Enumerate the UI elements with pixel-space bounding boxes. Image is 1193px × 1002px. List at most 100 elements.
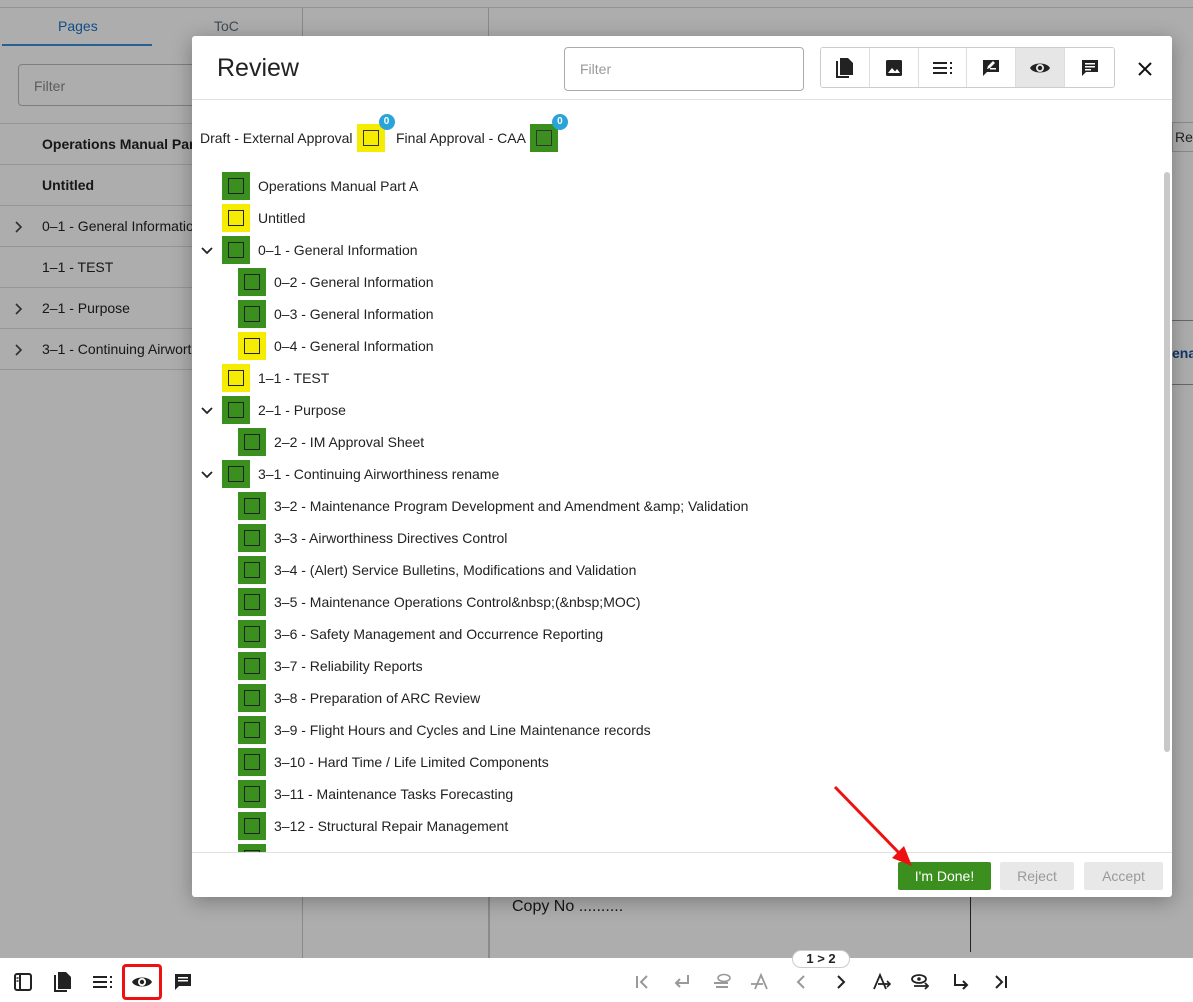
pages-icon[interactable] [48,967,78,997]
first-page-icon[interactable] [628,967,658,997]
accept-button[interactable]: Accept [1084,862,1163,890]
reject-button[interactable]: Reject [1000,862,1074,890]
status-checkbox[interactable] [238,652,266,680]
tree-item-label: 3–6 - Safety Management and Occurrence R… [274,626,604,642]
tree-item-label: 0–3 - General Information [274,306,434,322]
tree-item[interactable]: 0–1 - General Information [222,236,418,264]
tree-item[interactable]: Operations Manual Part A [222,172,418,200]
status-checkbox[interactable] [222,396,250,424]
tree-item-label: 1–1 - TEST [258,370,330,386]
tree-item-label: 2–1 - Purpose [258,402,346,418]
last-page-icon[interactable] [986,967,1016,997]
pages-view-button[interactable] [821,48,870,87]
prev-icon[interactable] [786,967,816,997]
status-checkbox[interactable] [238,716,266,744]
tree-item[interactable]: 3–9 - Flight Hours and Cycles and Line M… [238,716,651,744]
list-icon[interactable] [88,967,118,997]
next-icon[interactable] [826,967,856,997]
change-icon[interactable] [745,967,775,997]
status-checkbox[interactable] [238,300,266,328]
tree-item[interactable] [238,844,274,852]
status-checkbox[interactable] [238,588,266,616]
status-checkbox[interactable] [238,780,266,808]
comment-icon[interactable] [168,967,198,997]
status-swatch: 0 [529,114,568,152]
bottom-toolbar [0,958,1193,1002]
jump-icon[interactable] [946,967,976,997]
chevron-down-icon[interactable] [200,468,214,482]
next-change-icon[interactable] [866,967,896,997]
sidebar-icon[interactable] [8,967,38,997]
eye-icon[interactable] [122,964,162,1000]
tree-item-label: 3–12 - Structural Repair Management [274,818,509,834]
tree-item[interactable]: 3–7 - Reliability Reports [238,652,423,680]
tree-item[interactable]: 3–1 - Continuing Airworthiness rename [222,460,499,488]
compare-icon[interactable] [706,967,736,997]
count-badge: 0 [551,114,568,130]
tree-item[interactable]: 3–12 - Structural Repair Management [238,812,508,840]
tree-item[interactable]: 0–4 - General Information [238,332,434,360]
status-checkbox[interactable] [238,684,266,712]
status-checkbox[interactable] [238,332,266,360]
status-checkbox[interactable] [238,556,266,584]
image-view-button[interactable] [869,48,919,87]
tree-scrollbar[interactable] [1164,172,1170,752]
tree-item-label: 0–1 - General Information [258,242,418,258]
signature-icon [983,59,1000,76]
list-icon [932,61,952,74]
chevron-down-icon[interactable] [200,244,214,258]
tree-item[interactable]: 3–10 - Hard Time / Life Limited Componen… [238,748,549,776]
tree-item[interactable]: 3–4 - (Alert) Service Bulletins, Modific… [238,556,636,584]
tree-item[interactable]: 3–11 - Maintenance Tasks Forecasting [238,780,513,808]
list-view-button[interactable] [918,48,968,87]
tree-item[interactable]: 3–6 - Safety Management and Occurrence R… [238,620,603,648]
review-view-button[interactable] [1016,48,1066,87]
comments-view-button[interactable] [1065,48,1114,87]
status-checkbox[interactable] [238,844,266,852]
status-checkbox[interactable] [222,364,250,392]
tree-item-label: 3–1 - Continuing Airworthiness rename [258,466,500,482]
review-tree: Operations Manual Part A Untitled 0–1 - Ge… [192,168,1172,852]
eye-icon [1030,63,1051,72]
annotation-arrow-icon [833,785,912,866]
next-review-icon[interactable] [906,967,936,997]
status-checkbox[interactable] [238,620,266,648]
chevron-down-icon[interactable] [200,404,214,418]
tree-item-label: 0–4 - General Information [274,338,434,354]
close-icon [1138,62,1152,76]
tree-item[interactable]: 3–2 - Maintenance Program Development an… [238,492,748,520]
tree-item[interactable]: 0–3 - General Information [238,300,434,328]
legend-final-approval-caa[interactable]: Final Approval - CAA 0 [396,114,568,152]
tree-item-label: 3–4 - (Alert) Service Bulletins, Modific… [274,562,637,578]
status-checkbox[interactable] [238,748,266,776]
tree-item[interactable]: 0–2 - General Information [238,268,434,296]
review-dialog: Review Draft [192,36,1172,897]
status-checkbox[interactable] [238,268,266,296]
legend-draft-external-approval[interactable]: Draft - External Approval 0 [200,114,395,152]
status-checkbox[interactable] [222,236,250,264]
status-checkbox[interactable] [238,812,266,840]
status-checkbox[interactable] [238,428,266,456]
tree-item[interactable]: 3–3 - Airworthiness Directives Control [238,524,507,552]
status-checkbox[interactable] [222,172,250,200]
tree-item-label: 3–3 - Airworthiness Directives Control [274,530,508,546]
tree-item[interactable]: 3–8 - Preparation of ARC Review [238,684,480,712]
tree-item[interactable]: Untitled [222,204,305,232]
tree-item[interactable]: 2–2 - IM Approval Sheet [238,428,424,456]
dialog-footer: I'm Done! Reject Accept [192,852,1172,897]
signature-view-button[interactable] [967,48,1017,87]
tree-item-label: 3–7 - Reliability Reports [274,658,423,674]
view-toggle-group [820,47,1115,88]
status-checkbox[interactable] [222,460,250,488]
tree-item[interactable]: 1–1 - TEST [222,364,329,392]
tree-item[interactable]: 2–1 - Purpose [222,396,346,424]
status-checkbox[interactable] [238,492,266,520]
tree-item[interactable]: 3–5 - Maintenance Operations Control&nbs… [238,588,641,616]
return-icon[interactable] [667,967,697,997]
status-checkbox[interactable] [238,524,266,552]
status-checkbox[interactable] [222,204,250,232]
pages-icon [835,57,853,78]
tree-item-label: 3–9 - Flight Hours and Cycles and Line M… [274,722,651,738]
close-button[interactable] [1132,56,1158,82]
review-filter-input[interactable] [564,47,804,91]
